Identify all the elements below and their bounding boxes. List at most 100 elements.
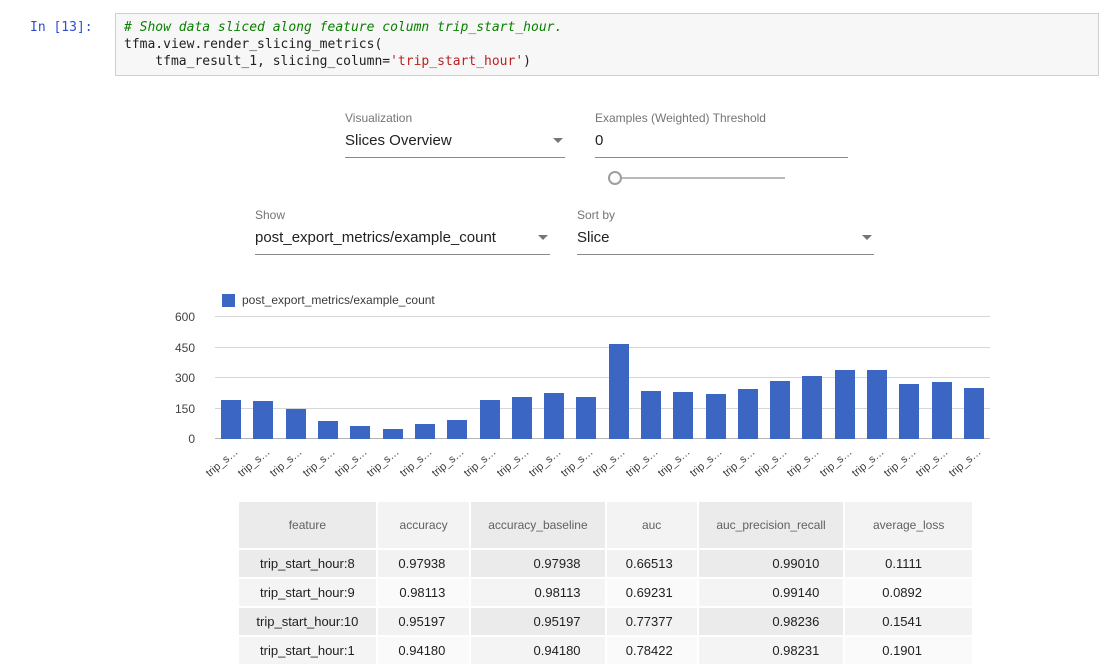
bar[interactable]: [706, 394, 726, 439]
code-comment: # Show data sliced along feature column …: [124, 20, 562, 35]
bar[interactable]: [609, 344, 629, 439]
bar[interactable]: [867, 370, 887, 439]
metric-cell: 0.97938: [378, 550, 470, 577]
metrics-table-container: featureaccuracyaccuracy_baselineaucauc_p…: [237, 500, 974, 668]
bar-slot: [764, 317, 796, 439]
threshold-slider[interactable]: [608, 171, 785, 185]
bar-slot: [376, 317, 408, 439]
legend-swatch-icon: [222, 294, 235, 307]
threshold-input[interactable]: 0: [595, 132, 848, 158]
bar[interactable]: [480, 400, 500, 439]
bar-slot: [247, 317, 279, 439]
bar[interactable]: [221, 400, 241, 439]
chart-legend: post_export_metrics/example_count: [222, 293, 435, 307]
feature-cell: trip_start_hour:1: [239, 637, 376, 664]
slider-knob[interactable]: [608, 171, 622, 185]
bar[interactable]: [383, 429, 403, 439]
feature-cell: trip_start_hour:10: [239, 608, 376, 635]
metric-cell: 0.94180: [471, 637, 604, 664]
sort-by-value[interactable]: Slice: [577, 229, 874, 255]
visualization-value[interactable]: Slices Overview: [345, 132, 565, 158]
chevron-down-icon[interactable]: [862, 235, 872, 240]
threshold-field[interactable]: Examples (Weighted) Threshold 0: [595, 111, 848, 158]
bar[interactable]: [835, 370, 855, 439]
column-header: accuracy: [378, 502, 470, 548]
code-line: tfma_result_1, slicing_column=: [124, 54, 390, 69]
y-tick-label: 300: [175, 371, 195, 385]
bar-slot: [893, 317, 925, 439]
bar[interactable]: [415, 424, 435, 439]
metric-cell: 0.66513: [607, 550, 697, 577]
chevron-down-icon[interactable]: [553, 138, 563, 143]
feature-cell: trip_start_hour:8: [239, 550, 376, 577]
visualization-dropdown[interactable]: Visualization Slices Overview: [345, 111, 565, 158]
bar-slot: [473, 317, 505, 439]
bar[interactable]: [318, 421, 338, 439]
bar[interactable]: [964, 388, 984, 439]
column-header: average_loss: [845, 502, 972, 548]
bar[interactable]: [641, 391, 661, 439]
bar[interactable]: [544, 393, 564, 439]
bar[interactable]: [673, 392, 693, 439]
bar-slot: [926, 317, 958, 439]
y-tick-label: 450: [175, 341, 195, 355]
bar-slot: [215, 317, 247, 439]
table-body: trip_start_hour:80.979380.979380.665130.…: [239, 550, 972, 664]
bar[interactable]: [286, 409, 306, 439]
cell-prompt: In [13]:: [30, 20, 93, 35]
code-line: tfma.view.render_slicing_metrics(: [124, 37, 382, 52]
chevron-down-icon[interactable]: [538, 235, 548, 240]
bar-slot: [441, 317, 473, 439]
notebook-page: In [13]: # Show data sliced along featur…: [0, 0, 1111, 668]
bar[interactable]: [447, 420, 467, 439]
y-tick-label: 0: [188, 432, 195, 446]
bar[interactable]: [932, 382, 952, 439]
show-value[interactable]: post_export_metrics/example_count: [255, 229, 550, 255]
slider-track[interactable]: [608, 177, 785, 179]
bar-slot: [796, 317, 828, 439]
bar-slot: [667, 317, 699, 439]
bar[interactable]: [770, 381, 790, 439]
bar-slot: [732, 317, 764, 439]
code-cell[interactable]: # Show data sliced along feature column …: [115, 13, 1099, 76]
bar-slot: [538, 317, 570, 439]
bar-plot: [215, 317, 990, 439]
bar[interactable]: [350, 426, 370, 439]
code-string: 'trip_start_hour': [390, 54, 523, 69]
bar-slot: [312, 317, 344, 439]
sort-by-dropdown[interactable]: Sort by Slice: [577, 208, 874, 255]
metric-cell: 0.94180: [378, 637, 470, 664]
bar-chart: [215, 317, 990, 439]
legend-label: post_export_metrics/example_count: [242, 293, 435, 307]
bar[interactable]: [253, 401, 273, 439]
metric-cell: 0.98113: [471, 579, 604, 606]
table-row: trip_start_hour:10.941800.941800.784220.…: [239, 637, 972, 664]
bar[interactable]: [576, 397, 596, 439]
bar[interactable]: [738, 389, 758, 439]
metric-cell: 0.98236: [699, 608, 844, 635]
bar-slot: [280, 317, 312, 439]
bar-slot: [409, 317, 441, 439]
bar-slot: [861, 317, 893, 439]
bar-slot: [570, 317, 602, 439]
show-label: Show: [255, 208, 550, 222]
bar[interactable]: [899, 384, 919, 439]
metric-cell: 0.78422: [607, 637, 697, 664]
bar[interactable]: [802, 376, 822, 439]
bar[interactable]: [512, 397, 532, 439]
show-dropdown[interactable]: Show post_export_metrics/example_count: [255, 208, 550, 255]
bar-slot: [506, 317, 538, 439]
y-tick-label: 150: [175, 402, 195, 416]
column-header: auc: [607, 502, 697, 548]
table-row: trip_start_hour:100.951970.951970.773770…: [239, 608, 972, 635]
metric-cell: 0.97938: [471, 550, 604, 577]
feature-cell: trip_start_hour:9: [239, 579, 376, 606]
bar-slot: [829, 317, 861, 439]
metric-cell: 0.98231: [699, 637, 844, 664]
y-tick-label: 600: [175, 310, 195, 324]
y-axis-labels: 0150300450600: [150, 317, 205, 439]
column-header: accuracy_baseline: [471, 502, 604, 548]
metric-cell: 0.0892: [845, 579, 972, 606]
table-row: trip_start_hour:90.981130.981130.692310.…: [239, 579, 972, 606]
bar-slot: [699, 317, 731, 439]
